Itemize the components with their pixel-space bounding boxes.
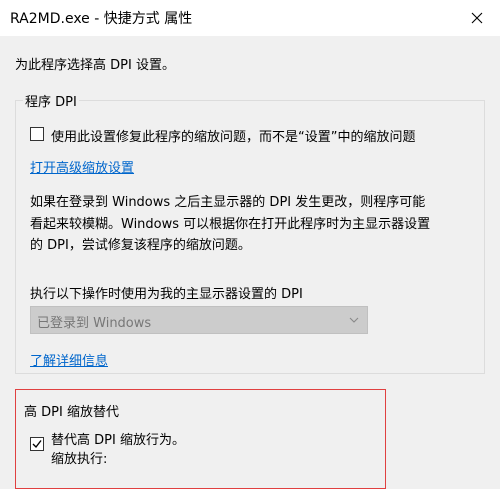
description-line: 的 DPI，尝试修复该程序的缩放问题。 (30, 238, 251, 253)
fix-scaling-checkbox-label[interactable]: 使用此设置修复此程序的缩放问题，而不是“设置”中的缩放问题 (51, 126, 415, 145)
dpi-trigger-label: 执行以下操作时使用为我的主显示器设置的 DPI (30, 287, 303, 302)
program-dpi-group-title: 程序 DPI (23, 91, 79, 110)
title-bar: RA2MD.exe - 快捷方式 属性 (0, 0, 500, 36)
scaling-performed-by-label: 缩放执行: (51, 452, 108, 467)
checkmark-icon (32, 440, 42, 449)
dropdown-selected-value: 已登录到 Windows (37, 316, 152, 331)
advanced-scaling-settings-link[interactable]: 打开高级缩放设置 (30, 157, 134, 176)
dpi-trigger-dropdown[interactable]: 已登录到 Windows (30, 306, 368, 334)
override-scaling-checkbox-label[interactable]: 替代高 DPI 缩放行为。 (51, 429, 185, 448)
chevron-down-icon (349, 317, 359, 323)
intro-text: 为此程序选择高 DPI 设置。 (15, 58, 175, 73)
dpi-description: 如果在登录到 Windows 之后主显示器的 DPI 发生更改，则程序可能 看起… (30, 192, 430, 257)
override-scaling-checkbox[interactable] (30, 437, 44, 451)
description-line: 如果在登录到 Windows 之后主显示器的 DPI 发生更改，则程序可能 (30, 195, 426, 210)
window-title: RA2MD.exe - 快捷方式 属性 (10, 11, 193, 27)
learn-more-link[interactable]: 了解详细信息 (30, 350, 108, 369)
description-line: 看起来较模糊。Windows 可以根据你在打开此程序时为主显示器设置 (30, 216, 431, 232)
dpi-override-group-title: 高 DPI 缩放替代 (24, 405, 119, 420)
close-button[interactable] (454, 0, 500, 36)
fix-scaling-checkbox[interactable] (30, 127, 44, 141)
close-icon (471, 12, 483, 24)
